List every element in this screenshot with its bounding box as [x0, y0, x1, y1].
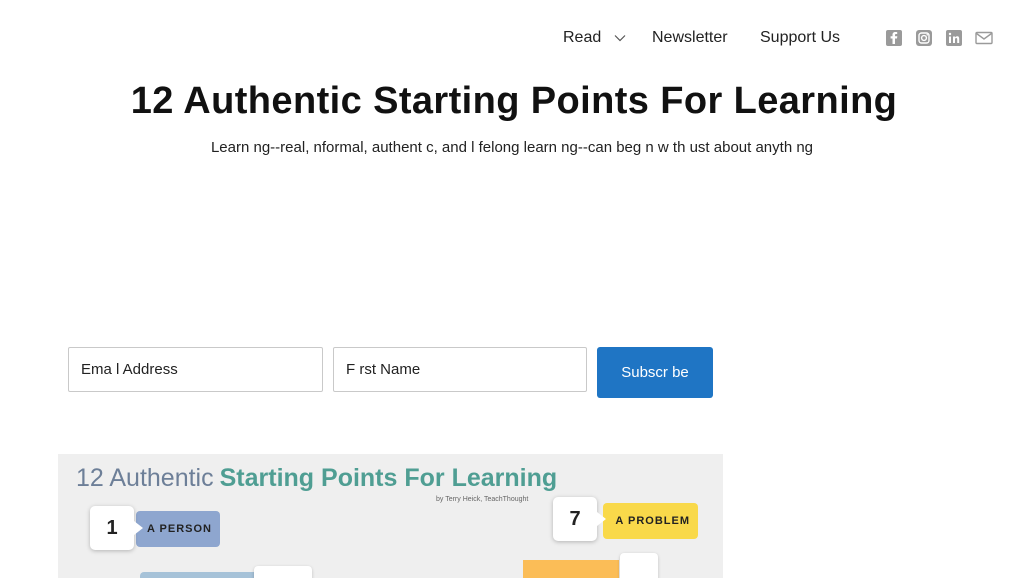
email-field[interactable] [68, 347, 323, 392]
infographic-tag-partial [523, 560, 619, 578]
linkedin-icon[interactable] [945, 29, 963, 47]
instagram-icon[interactable] [915, 29, 933, 47]
page-title: 12 Authentic Starting Points For Learnin… [130, 80, 898, 122]
infographic-item-number: 7 [553, 497, 597, 541]
main-nav: Read Newsletter Support Us [0, 28, 1028, 50]
infographic-item-label: A PERSON [136, 511, 220, 547]
infographic-title-prefix: 12 Authentic [76, 464, 214, 492]
facebook-icon[interactable] [885, 29, 903, 47]
nav-newsletter-link[interactable]: Newsletter [652, 28, 728, 48]
chevron-down-icon [614, 34, 626, 42]
nav-read-label: Read [563, 29, 602, 46]
infographic-image: 12 Authentic Starting Points For Learning… [58, 454, 723, 578]
infographic-item-number: 1 [90, 506, 134, 550]
nav-read-menu[interactable]: Read [563, 28, 626, 48]
infographic-number-box-partial [620, 553, 658, 578]
infographic-item-label: A PROBLEM [603, 503, 698, 539]
nav-support-link[interactable]: Support Us [760, 28, 840, 48]
subscribe-button[interactable]: Subscr be [597, 347, 713, 398]
infographic-pointer [597, 512, 606, 526]
mail-icon[interactable] [975, 29, 993, 47]
infographic-pointer [134, 521, 143, 535]
infographic-title: 12 Authentic Starting Points For Learning [76, 464, 557, 493]
infographic-number-box-partial [254, 566, 312, 578]
first-name-field[interactable] [333, 347, 587, 392]
infographic-title-main: Starting Points For Learning [219, 464, 558, 492]
infographic-tag-partial [140, 572, 260, 578]
infographic-byline: by Terry Heick, TeachThought [436, 496, 529, 503]
page-subtitle: Learn ng--real, nformal, authent c, and … [210, 139, 814, 156]
